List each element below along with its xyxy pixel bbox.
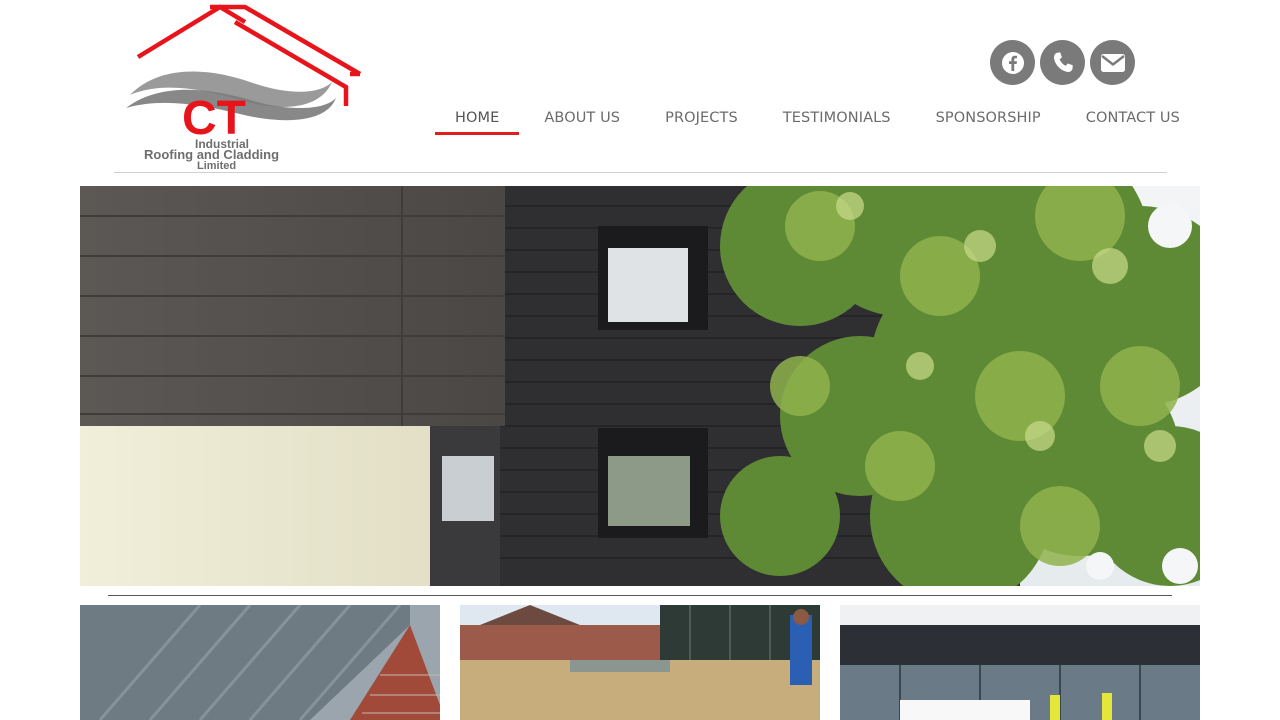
gallery-image-1[interactable] [80,605,440,720]
logo-line3: Limited [197,160,236,172]
nav-item-about-us[interactable]: ABOUT US [524,108,640,135]
email-button[interactable] [1090,40,1135,85]
phone-icon [1053,51,1073,72]
envelope-icon [1100,53,1125,72]
nav-item-home[interactable]: HOME [435,108,520,135]
social-links [990,40,1135,85]
nav-item-projects[interactable]: PROJECTS [645,108,758,135]
gallery-image-2[interactable] [460,605,820,720]
phone-button[interactable] [1040,40,1085,85]
hero-image [80,186,1200,586]
nav-item-contact-us[interactable]: CONTACT US [1066,108,1200,135]
facebook-button[interactable] [990,40,1035,85]
company-logo[interactable]: CT Industrial Roofing and Cladding Limit… [120,2,370,172]
nav-item-sponsorship[interactable]: SPONSORSHIP [916,108,1061,135]
gallery-image-3[interactable] [840,605,1200,720]
facebook-icon [1001,51,1024,74]
header-divider [114,172,1167,173]
main-nav: HOME ABOUT US PROJECTS TESTIMONIALS SPON… [435,108,1200,135]
nav-item-testimonials[interactable]: TESTIMONIALS [763,108,911,135]
content-divider [108,595,1172,596]
